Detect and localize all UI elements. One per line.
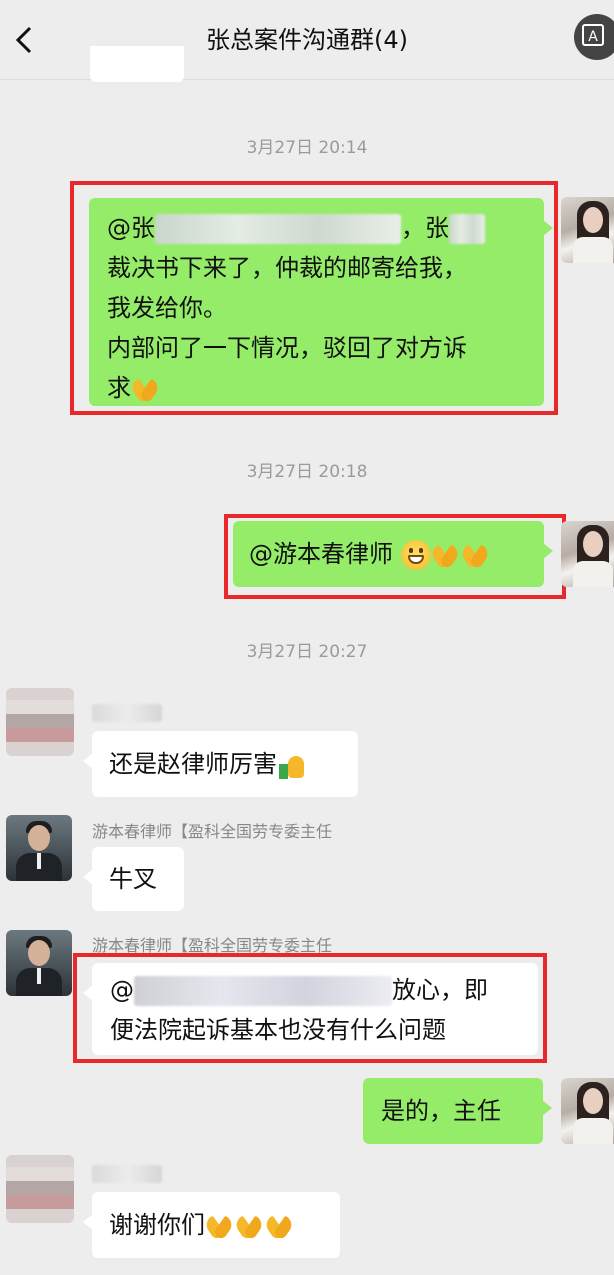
blurred-sender-name: [92, 1165, 162, 1183]
message-line: 便法院起诉基本也没有什么问题: [110, 1016, 446, 1044]
pray-icon: [431, 540, 461, 570]
message-text: 放心，即: [392, 976, 488, 1004]
my-avatar[interactable]: [561, 1078, 614, 1144]
mention-text: ，张: [401, 214, 449, 242]
message-line: 求: [107, 368, 526, 408]
blurred-name: [155, 214, 401, 244]
pray-icon: [461, 540, 491, 570]
pray-icon: [265, 1211, 295, 1241]
mention-text: @张: [107, 214, 155, 242]
message-text: 牛叉: [109, 865, 157, 893]
message-line: 内部问了一下情况，驳回了对方诉: [107, 334, 467, 362]
previous-message-bubble[interactable]: [90, 46, 184, 82]
message-text: @游本春律师: [249, 540, 401, 568]
message-line: 我发给你。: [107, 294, 227, 322]
message-text: 还是赵律师厉害: [109, 750, 277, 778]
blurred-name: [134, 976, 392, 1006]
pray-icon: [235, 1211, 265, 1241]
message-bubble[interactable]: @张 ，张 裁决书下来了，仲裁的邮寄给我， 我发给你。 内部问了一下情况，驳回了对…: [89, 198, 553, 408]
message-line: @张 ，张: [107, 208, 526, 248]
message-bubble[interactable]: @ 放心，即 便法院起诉基本也没有什么问题: [83, 963, 538, 1055]
my-avatar[interactable]: [561, 197, 614, 263]
timestamp: 3月27日 20:14: [246, 138, 368, 158]
message-text: 谢谢你们: [109, 1211, 205, 1239]
message-text: 是的，主任: [381, 1097, 501, 1125]
message-bubble[interactable]: 谢谢你们: [83, 1192, 340, 1258]
thumbs-up-icon: [277, 750, 307, 780]
mention-text: @: [110, 976, 134, 1004]
member-avatar[interactable]: [6, 688, 74, 756]
lawyer-avatar[interactable]: [6, 815, 72, 881]
blurred-sender-name: [92, 704, 162, 722]
message-bubble[interactable]: 还是赵律师厉害: [83, 731, 358, 797]
grin-icon: [400, 540, 431, 570]
message-bubble[interactable]: 牛叉: [83, 847, 184, 911]
member-avatar[interactable]: [6, 1155, 74, 1223]
blurred-name: [449, 214, 485, 244]
lawyer-avatar[interactable]: [6, 930, 72, 996]
pray-icon: [205, 1211, 235, 1241]
my-avatar[interactable]: [561, 521, 614, 587]
timestamp: 3月27日 20:27: [246, 642, 368, 662]
sender-name: 游本春律师【盈科全国劳专委主任: [92, 822, 333, 841]
timestamp: 3月27日 20:18: [246, 462, 368, 482]
message-line: @ 放心，即: [110, 970, 520, 1010]
message-text: 求: [107, 374, 131, 402]
message-bubble[interactable]: 是的，主任: [363, 1078, 552, 1144]
more-glyph: A: [582, 24, 604, 46]
message-bubble[interactable]: @游本春律师: [233, 521, 553, 587]
pray-icon: [131, 374, 161, 404]
message-line: 裁决书下来了，仲裁的邮寄给我，: [107, 254, 467, 282]
more-icon[interactable]: A ··: [574, 10, 614, 60]
